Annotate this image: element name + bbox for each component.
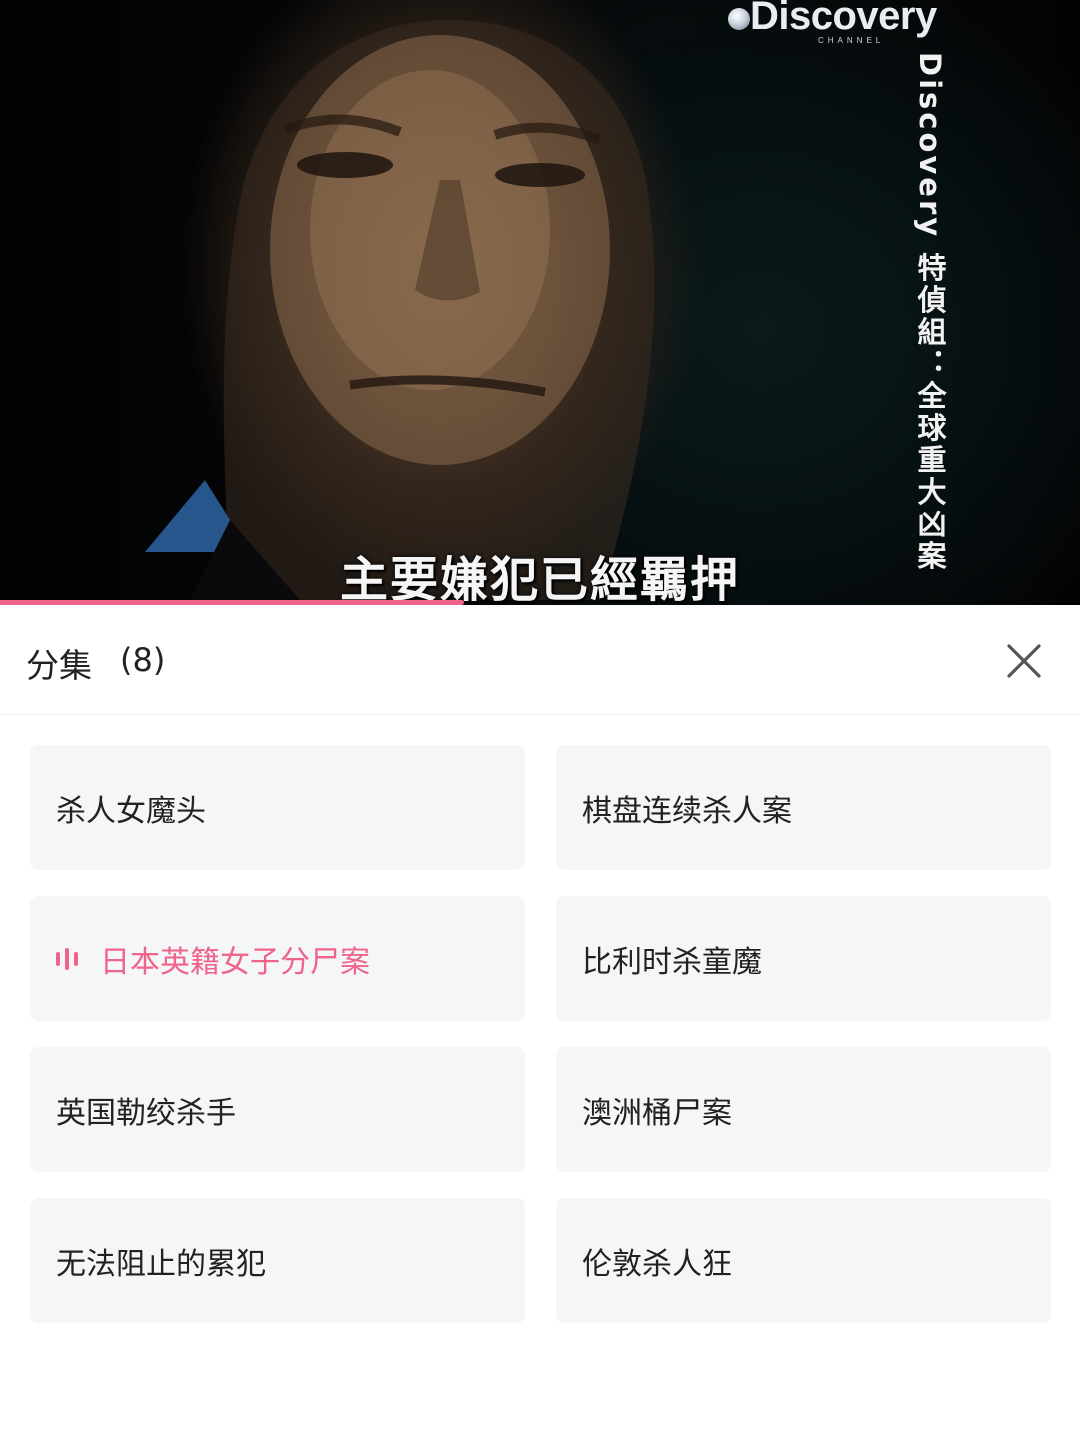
playing-icon (56, 947, 78, 971)
video-subtitle-text: 主要嫌犯已經羈押 (339, 552, 740, 605)
close-button[interactable] (998, 635, 1050, 687)
episode-item-4[interactable]: 比利时杀童魔 (556, 896, 1051, 1021)
episode-grid: 杀人女魔头 棋盘连续杀人案 日本英籍女子分尸案 比利时杀童魔 英国勒绞杀手 澳洲… (30, 745, 1051, 1323)
logo-text: Discovery (750, 0, 937, 38)
episode-label: 日本英籍女子分尸案 (100, 944, 370, 980)
close-icon (1007, 644, 1041, 678)
episode-panel-header: 分集 (8) (0, 605, 1080, 715)
episode-item-2[interactable]: 棋盘连续杀人案 (556, 745, 1051, 870)
episode-item-3[interactable]: 日本英籍女子分尸案 (30, 896, 525, 1021)
logo-channel-text: CHANNEL (818, 36, 885, 45)
episode-label: 杀人女魔头 (56, 793, 206, 829)
episode-label: 澳洲桶尸案 (582, 1095, 732, 1131)
episode-item-7[interactable]: 无法阻止的累犯 (30, 1198, 525, 1323)
episode-label: 无法阻止的累犯 (56, 1246, 266, 1282)
episode-item-6[interactable]: 澳洲桶尸案 (556, 1047, 1051, 1172)
panel-title: 分集 (26, 646, 92, 685)
episode-label: 伦敦杀人狂 (582, 1246, 732, 1282)
show-title-vertical: Discovery 特偵組：全球重大凶案 (913, 52, 947, 573)
globe-icon (728, 8, 750, 30)
episode-item-5[interactable]: 英国勒绞杀手 (30, 1047, 525, 1172)
episode-label: 比利时杀童魔 (582, 944, 762, 980)
episode-label: 英国勒绞杀手 (56, 1095, 236, 1131)
episode-item-1[interactable]: 杀人女魔头 (30, 745, 525, 870)
video-player[interactable]: Discovery CHANNEL Discovery 特偵組：全球重大凶案 主… (0, 0, 1080, 605)
episode-count: (8) (120, 641, 166, 679)
episode-item-8[interactable]: 伦敦杀人狂 (556, 1198, 1051, 1323)
episode-label: 棋盘连续杀人案 (582, 793, 792, 829)
video-subtitle: 主要嫌犯已經羈押 (0, 540, 1080, 605)
discovery-logo: Discovery CHANNEL (722, 0, 952, 50)
